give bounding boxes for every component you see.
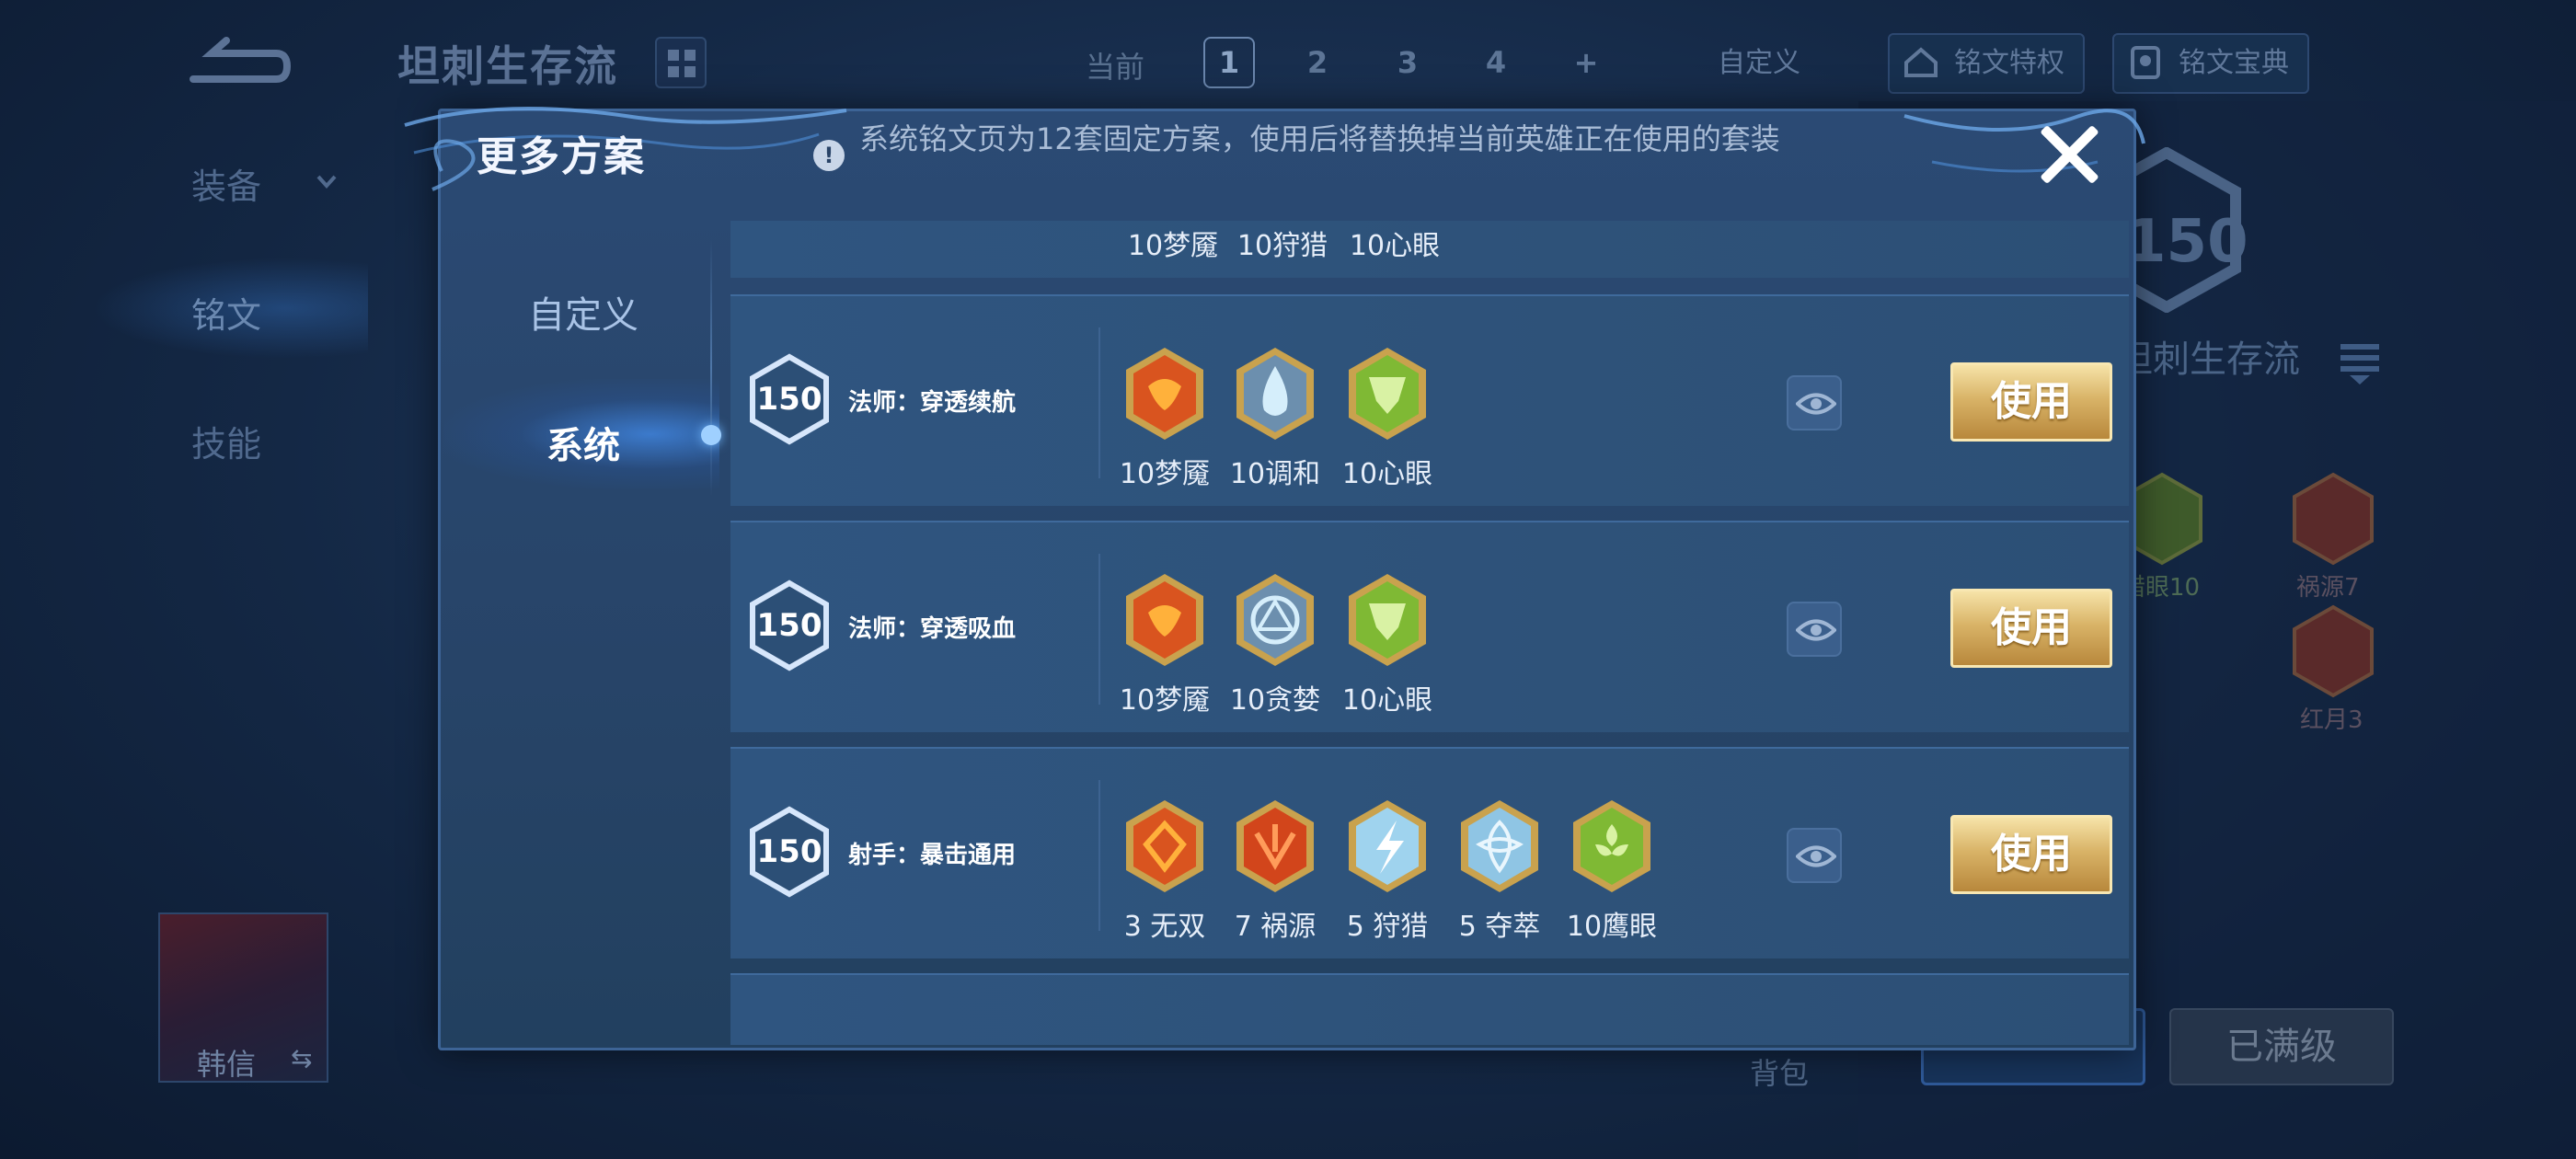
plan-row: 150 法师：穿透续航 10梦魇 10调和 10心眼 使用 <box>730 294 2129 506</box>
active-tab-indicator <box>701 425 721 445</box>
decorative-swirl <box>1903 109 2145 173</box>
preview-button[interactable] <box>1787 375 1842 430</box>
rune-label: 10贪婪 <box>1229 684 1321 717</box>
rune-label: 10心眼 <box>1349 230 1441 262</box>
page-tab-4[interactable]: 4 <box>1470 37 1522 88</box>
hunt-rune-icon <box>1349 800 1426 892</box>
plan-name: 射手：暴击通用 <box>848 842 1017 869</box>
sidebar-item-skills[interactable]: 技能 <box>191 416 261 466</box>
sidebar-item-inscription[interactable]: 铭文 <box>191 287 261 338</box>
close-button[interactable] <box>2037 121 2101 186</box>
privilege-icon <box>1904 47 1938 77</box>
page-tab-2[interactable]: 2 <box>1292 37 1343 88</box>
nightmare-rune-icon <box>1126 348 1203 440</box>
plan-name: 坦刺生存流 <box>2116 339 2300 381</box>
rune-label: 10梦魇 <box>1127 230 1219 262</box>
nightmare-rune-icon <box>1126 574 1203 666</box>
plan-row-partial <box>730 973 2129 1045</box>
grid-menu-icon[interactable] <box>655 37 707 88</box>
swap-icon[interactable]: ⇆ <box>291 1043 312 1073</box>
inscription-privilege-label: 铭文特权 <box>1954 47 2064 79</box>
page-tab-3[interactable]: 3 <box>1382 37 1433 88</box>
rune-label: 10梦魇 <box>1119 458 1211 490</box>
rune-label: 10调和 <box>1229 458 1321 490</box>
use-button[interactable]: 使用 <box>1950 362 2112 442</box>
calamity-rune-icon <box>1236 800 1314 892</box>
rune-label: 红月3 <box>2300 706 2363 734</box>
plan-row: 150 法师：穿透吸血 10梦魇 10贪婪 10心眼 使用 <box>730 521 2129 732</box>
page-tab-1[interactable]: 1 <box>1203 37 1255 88</box>
page-title: 坦刺生存流 <box>397 41 618 91</box>
eye-icon <box>1796 619 1836 641</box>
bag-label[interactable]: 背包 <box>1750 1050 1809 1093</box>
modal-title: 更多方案 <box>477 133 646 180</box>
row-divider <box>1098 327 1100 478</box>
tab-system[interactable]: 系统 <box>546 416 620 469</box>
plan-name: 法师：穿透续航 <box>848 389 1017 417</box>
inscription-book-label: 铭文宝典 <box>2179 47 2289 79</box>
peerless-rune-icon <box>1126 800 1203 892</box>
calamity-rune-icon <box>2293 472 2374 566</box>
rune-label: 10鹰眼 <box>1566 911 1658 943</box>
rune-label: 10狩猎 <box>1236 230 1328 262</box>
maxed-button: 已满级 <box>2169 1008 2394 1085</box>
custom-button[interactable]: 自定义 <box>1704 33 1814 94</box>
eye-icon <box>1796 845 1836 867</box>
plan-row: 150 射手：暴击通用 3 无双 7 祸源 5 狩猎 5 夺萃 10鹰眼 使用 <box>730 747 2129 958</box>
plan-row-partial: 10梦魇 10狩猎 10心眼 <box>730 221 2129 278</box>
rune-label: 5 夺萃 <box>1458 911 1541 943</box>
notice-text: 系统铭文页为12套固定方案，使用后将替换掉当前英雄正在使用的套装 <box>859 121 1780 156</box>
plan-list[interactable]: 10梦魇 10狩猎 10心眼 150 法师：穿透续航 10梦魇 10调和 10心… <box>730 221 2129 1045</box>
rune-label: 10梦魇 <box>1119 684 1211 717</box>
list-icon[interactable] <box>2337 339 2383 386</box>
preview-button[interactable] <box>1787 602 1842 657</box>
red-moon-rune-icon <box>2293 604 2374 698</box>
greed-rune-icon <box>1236 574 1314 666</box>
background-level: 150 <box>2125 208 2248 276</box>
plan-level: 150 <box>756 381 822 418</box>
rune-label: 7 祸源 <box>1234 911 1317 943</box>
sidebar-item-equipment[interactable]: 装备 <box>191 158 261 209</box>
hawk-eye-rune-icon <box>1573 800 1650 892</box>
rune-label: 祸源7 <box>2296 574 2360 602</box>
mind-eye-rune-icon <box>1349 574 1426 666</box>
book-icon <box>2131 46 2160 79</box>
rune-label: 3 无双 <box>1123 911 1206 943</box>
rune-label: 10心眼 <box>1341 458 1433 490</box>
row-divider <box>1098 554 1100 705</box>
preview-button[interactable] <box>1787 828 1842 883</box>
plan-level: 150 <box>756 833 822 870</box>
use-button[interactable]: 使用 <box>1950 589 2112 668</box>
info-icon: ! <box>813 140 845 171</box>
current-page-label: 当前 <box>1086 50 1145 85</box>
use-button[interactable]: 使用 <box>1950 815 2112 894</box>
plan-name: 法师：穿透吸血 <box>848 615 1017 643</box>
harmony-rune-icon <box>1236 348 1314 440</box>
row-divider <box>1098 780 1100 931</box>
eye-icon <box>1796 393 1836 415</box>
rune-label: 5 狩猎 <box>1346 911 1429 943</box>
mind-eye-rune-icon <box>1349 348 1426 440</box>
plan-level: 150 <box>756 607 822 644</box>
back-arrow-icon[interactable] <box>184 35 294 90</box>
chevron-down-icon <box>316 175 337 189</box>
tab-divider <box>710 239 712 497</box>
tab-custom[interactable]: 自定义 <box>528 285 638 339</box>
hero-name: 韩信 <box>197 1047 257 1082</box>
add-page-button[interactable]: + <box>1560 37 1612 88</box>
plunder-rune-icon <box>1461 800 1538 892</box>
rune-label: 10心眼 <box>1341 684 1433 717</box>
